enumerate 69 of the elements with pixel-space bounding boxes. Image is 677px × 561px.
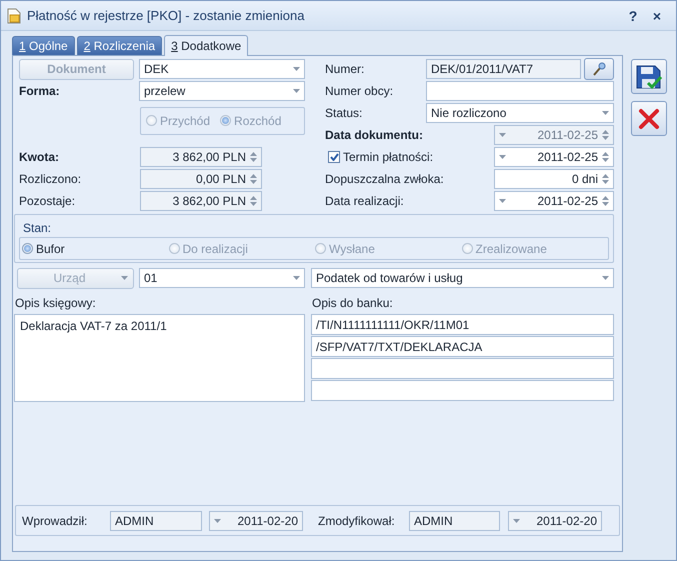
amount-field: 3 862,00 PLN [140, 191, 262, 211]
caret-icon[interactable] [602, 111, 609, 115]
caret-icon[interactable] [293, 67, 300, 71]
date-field[interactable]: 2011-02-25 [494, 147, 614, 167]
checkbox-label: Termin płatności: [343, 150, 434, 164]
bank-description-field[interactable]: /TI/N1111111111/OKR/11M01 [311, 314, 614, 335]
payment-form-dropdown[interactable]: przelew [139, 81, 305, 101]
status-dropdown[interactable]: Nie rozliczono [426, 103, 614, 123]
search-button[interactable] [584, 58, 614, 80]
tab[interactable]: 2 Rozliczenia [76, 36, 162, 55]
caret-icon[interactable] [499, 155, 506, 159]
caret-icon[interactable] [513, 518, 520, 522]
spinner-icon[interactable] [602, 151, 609, 163]
field-label: Opis do banku: [312, 296, 393, 310]
field-label: Zmodyfikował: [318, 514, 396, 528]
modified-date-field: 2011-02-20 [508, 510, 602, 530]
field-label: Data dokumentu: [325, 128, 424, 142]
check-icon [330, 153, 338, 161]
tab[interactable]: 3 Dodatkowe [164, 35, 248, 56]
spinner-icon[interactable] [602, 173, 609, 185]
delay-field[interactable]: 0 dni [494, 169, 614, 189]
date-field: 2011-02-25 [494, 125, 614, 145]
created-date-field: 2011-02-20 [209, 510, 303, 530]
caret-icon[interactable] [293, 89, 300, 93]
number-field: DEK/01/2011/VAT7 [426, 59, 581, 79]
caret-icon[interactable] [499, 199, 506, 203]
bank-description-field[interactable] [311, 380, 614, 401]
field-label: Opis księgowy: [14, 296, 97, 310]
save-button[interactable] [631, 59, 667, 94]
cancel-button[interactable] [631, 101, 667, 136]
spinner-icon[interactable] [250, 151, 257, 163]
field-label: Status: [325, 106, 362, 120]
field-label: Rozliczono: [18, 172, 82, 186]
created-by-field: ADMIN [110, 510, 202, 530]
field-label: Numer: [325, 62, 364, 76]
field-label: Kwota: [18, 150, 59, 164]
spinner-icon[interactable] [250, 195, 257, 207]
spinner-icon[interactable] [602, 195, 609, 207]
amount-field: 3 862,00 PLN [140, 147, 262, 167]
field-label: Wprowadził: [22, 514, 88, 528]
help-button[interactable]: ? [622, 8, 644, 24]
amount-field: 0,00 PLN [140, 169, 262, 189]
field-label: Dopuszczalna zwłoka: [325, 172, 444, 186]
close-button[interactable]: × [646, 8, 668, 24]
document-icon [7, 8, 21, 24]
field-label: Pozostaje: [18, 194, 76, 208]
caret-icon[interactable] [293, 276, 300, 280]
accounting-description-field[interactable]: Deklaracja VAT-7 za 2011/1 [14, 314, 305, 402]
field-label: Numer obcy: [325, 84, 394, 98]
bank-description-field[interactable]: /SFP/VAT7/TXT/DEKLARACJA [311, 336, 614, 357]
spinner-icon[interactable] [250, 173, 257, 185]
floppy-check-icon [635, 64, 663, 90]
external-number-field[interactable] [426, 81, 614, 101]
checkbox[interactable] [328, 151, 340, 163]
caret-icon[interactable] [602, 276, 609, 280]
bank-description-field[interactable] [311, 358, 614, 379]
document-type-dropdown[interactable]: DEK [139, 59, 305, 79]
date-field[interactable]: 2011-02-25 [494, 191, 614, 211]
tab[interactable]: 1 Ogólne [12, 36, 75, 55]
search-icon [592, 62, 606, 76]
status-option[interactable]: Bufor [22, 242, 168, 256]
radio-button[interactable] [22, 243, 33, 254]
close-icon [638, 108, 660, 130]
modified-by-field: ADMIN [409, 510, 500, 530]
window-title: Płatność w rejestrze [PKO] - zostanie zmieniona [27, 8, 306, 23]
group-title: Stan: [22, 220, 52, 237]
caret-icon[interactable] [214, 518, 221, 522]
field-label: Data realizacji: [325, 194, 404, 208]
field-label: Forma: [18, 84, 60, 98]
